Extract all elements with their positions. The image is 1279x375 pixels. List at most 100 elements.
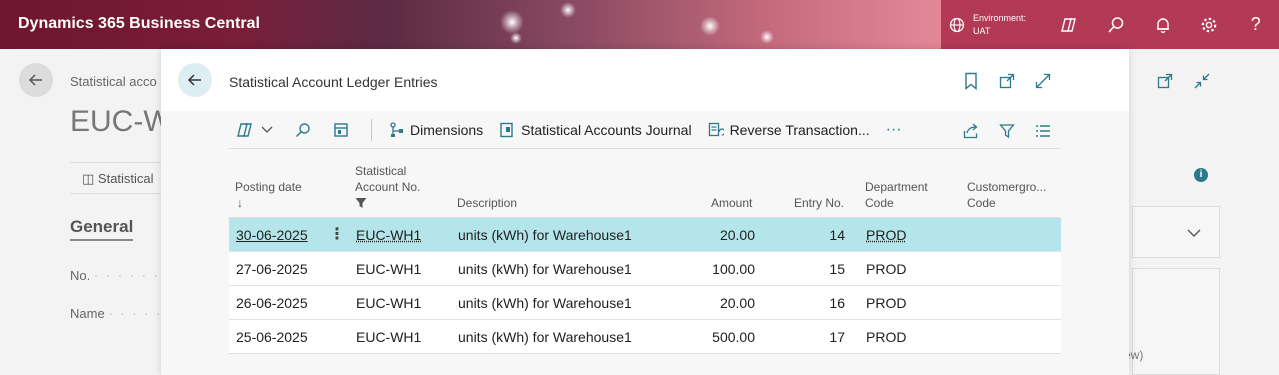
background-field-label: No. xyxy=(70,268,91,283)
reverse-transaction-label: Reverse Transaction... xyxy=(729,122,870,138)
background-section-general[interactable]: General xyxy=(70,217,134,241)
background-factbox[interactable] xyxy=(1132,206,1220,258)
cell-department-code[interactable]: PROD xyxy=(866,329,906,345)
reverse-transaction-button[interactable]: Reverse Transaction... xyxy=(700,115,878,145)
cell-posting-date[interactable]: 26-06-2025 xyxy=(236,295,308,311)
edit-list-icon xyxy=(334,123,348,137)
background-action-label: Statistical xyxy=(97,171,154,186)
more-actions-button[interactable]: ··· xyxy=(878,115,910,145)
ledger-entries-dialog: Statistical Account Ledger Entries Dimen… xyxy=(161,49,1129,375)
open-new-window-icon[interactable] xyxy=(997,71,1017,91)
column-entry-no[interactable]: Entry No. xyxy=(794,195,844,211)
column-posting-date[interactable]: Posting date ↓ xyxy=(235,179,302,211)
cell-entry-no: 15 xyxy=(829,261,845,277)
copilot-icon xyxy=(237,123,252,137)
cell-entry-no: 14 xyxy=(829,227,845,243)
help-icon[interactable]: ? xyxy=(1232,0,1279,49)
cell-department-code[interactable]: PROD xyxy=(866,261,906,277)
back-button[interactable] xyxy=(178,63,212,97)
cell-account-no[interactable]: EUC-WH1 xyxy=(356,261,421,277)
filter-icon[interactable] xyxy=(989,123,1025,139)
table-row[interactable]: 25-06-2025 EUC-WH1 units (kWh) for Wareh… xyxy=(229,320,1061,354)
open-new-window-icon[interactable] xyxy=(1157,73,1173,94)
top-bar-actions: Environment: UAT ? xyxy=(941,0,1279,49)
cell-department-code[interactable]: PROD xyxy=(866,227,906,243)
action-bar: Dimensions Statistical Accounts Journal … xyxy=(229,112,1061,149)
search-icon[interactable] xyxy=(1093,0,1140,49)
background-breadcrumb: Statistical acco xyxy=(70,74,157,89)
column-amount[interactable]: Amount xyxy=(711,195,752,211)
collapse-icon[interactable] xyxy=(1194,73,1210,94)
reverse-icon xyxy=(708,122,724,137)
column-description[interactable]: Description xyxy=(457,195,517,211)
gear-icon[interactable] xyxy=(1186,0,1233,49)
chevron-down-icon xyxy=(261,126,273,133)
cell-description: units (kWh) for Warehouse1 xyxy=(458,295,632,311)
column-customergroup-code[interactable]: Customergro... Code xyxy=(967,179,1046,211)
cell-account-no[interactable]: EUC-WH1 xyxy=(356,295,421,311)
cell-posting-date[interactable]: 27-06-2025 xyxy=(236,261,308,277)
info-icon[interactable]: i xyxy=(1194,168,1208,182)
cell-posting-date[interactable]: 30-06-2025 xyxy=(236,227,308,243)
ledger-entries-table: Posting date ↓ Statistical Account No. D… xyxy=(229,150,1061,354)
dimensions-label: Dimensions xyxy=(410,122,484,138)
dialog-header: Statistical Account Ledger Entries xyxy=(161,49,1129,111)
search-icon xyxy=(295,123,310,138)
table-row[interactable]: 30-06-2025 ⋮ EUC-WH1 units (kWh) for War… xyxy=(229,218,1061,252)
environment-value: UAT xyxy=(973,25,991,36)
copilot-menu-button[interactable] xyxy=(229,115,287,145)
column-label: Account No. xyxy=(355,180,421,194)
background-sparkle xyxy=(560,2,576,18)
search-button[interactable] xyxy=(287,115,325,145)
background-back-button[interactable] xyxy=(19,63,53,97)
background-field-label: Name xyxy=(70,306,105,321)
list-view-icon[interactable] xyxy=(1025,123,1061,139)
dialog-title: Statistical Account Ledger Entries xyxy=(229,74,438,90)
row-menu-icon[interactable]: ⋮ xyxy=(329,224,345,244)
background-action-button[interactable]: ◫ Statistical xyxy=(70,162,170,194)
journal-icon xyxy=(500,122,513,138)
statistical-accounts-journal-button[interactable]: Statistical Accounts Journal xyxy=(491,115,699,145)
filter-icon xyxy=(355,198,367,208)
environment-switcher[interactable]: Environment: UAT xyxy=(949,12,1046,38)
table-row[interactable]: 27-06-2025 EUC-WH1 units (kWh) for Wareh… xyxy=(229,252,1061,286)
journal-icon: ◫ xyxy=(82,171,95,186)
cell-entry-no: 17 xyxy=(829,329,845,345)
dimensions-button[interactable]: Dimensions xyxy=(380,115,491,145)
arrow-left-icon xyxy=(187,74,201,86)
column-label: Code xyxy=(865,196,894,210)
table-row[interactable]: 26-06-2025 EUC-WH1 units (kWh) for Wareh… xyxy=(229,286,1061,320)
bell-icon[interactable] xyxy=(1139,0,1186,49)
cell-description: units (kWh) for Warehouse1 xyxy=(458,227,632,243)
cell-posting-date[interactable]: 25-06-2025 xyxy=(236,329,308,345)
bookmark-icon[interactable] xyxy=(961,71,981,91)
toolbar-right-actions xyxy=(953,112,1061,149)
cell-amount: 20.00 xyxy=(719,227,755,243)
table-header: Posting date ↓ Statistical Account No. D… xyxy=(229,150,1061,218)
expand-icon[interactable] xyxy=(1033,71,1053,91)
background-sparkle xyxy=(760,30,774,44)
cell-account-no[interactable]: EUC-WH1 xyxy=(356,227,421,243)
background-sparkle xyxy=(500,10,524,34)
statistical-accounts-journal-label: Statistical Accounts Journal xyxy=(521,122,692,138)
toolbar-separator xyxy=(371,119,372,141)
cell-amount: 500.00 xyxy=(712,329,755,345)
background-field-name: Name · · · · · · xyxy=(70,306,174,321)
cell-department-code[interactable]: PROD xyxy=(866,295,906,311)
column-label: Code xyxy=(967,196,996,210)
column-department-code[interactable]: Department Code xyxy=(865,179,928,211)
copilot-icon[interactable] xyxy=(1046,0,1093,49)
app-brand[interactable]: Dynamics 365 Business Central xyxy=(18,15,260,33)
column-account-no[interactable]: Statistical Account No. xyxy=(355,163,420,213)
background-field-no: No. · · · · · · · xyxy=(70,268,172,283)
top-bar: Dynamics 365 Business Central Environmen… xyxy=(0,0,1279,49)
share-icon[interactable] xyxy=(953,123,989,139)
cell-account-no[interactable]: EUC-WH1 xyxy=(356,329,421,345)
background-sparkle xyxy=(510,32,522,44)
edit-list-button[interactable] xyxy=(325,115,363,145)
cell-entry-no: 16 xyxy=(829,295,845,311)
cell-description: units (kWh) for Warehouse1 xyxy=(458,261,632,277)
background-sparkle xyxy=(700,16,720,36)
dimensions-icon xyxy=(390,122,403,137)
chevron-down-icon xyxy=(1187,229,1201,237)
